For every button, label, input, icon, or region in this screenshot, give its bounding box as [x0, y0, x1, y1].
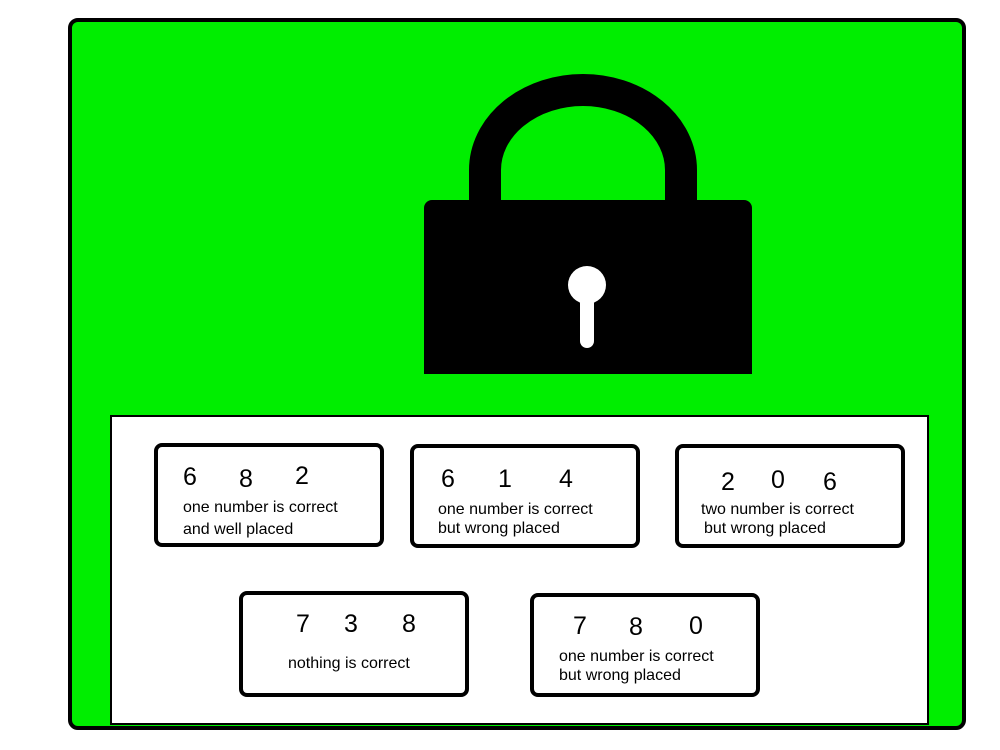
clue-text: and well placed	[183, 521, 294, 538]
keyhole-slot	[580, 296, 594, 348]
padlock-icon	[424, 74, 752, 374]
clue-digit: 3	[344, 610, 358, 638]
clue-digit: 8	[239, 465, 253, 493]
clue-card: 7 3 8 nothing is correct	[239, 591, 469, 697]
clue-digit: 6	[441, 465, 455, 493]
clue-digit: 2	[295, 462, 309, 490]
clue-card: 6 1 4 one number is correct but wrong pl…	[410, 444, 640, 548]
clue-digit: 7	[296, 610, 310, 638]
clue-text: but wrong placed	[704, 520, 826, 537]
clue-digit: 1	[498, 465, 512, 493]
clue-card: 6 8 2 one number is correct and well pla…	[154, 443, 384, 547]
clues-panel: 6 8 2 one number is correct and well pla…	[110, 415, 929, 725]
clue-digit: 6	[823, 468, 837, 496]
clue-digit: 6	[183, 463, 197, 491]
clue-text: but wrong placed	[438, 520, 560, 537]
padlock-shackle	[469, 74, 697, 204]
clue-text: nothing is correct	[288, 655, 410, 672]
clue-card: 7 8 0 one number is correct but wrong pl…	[530, 593, 760, 697]
clue-digit: 7	[573, 612, 587, 640]
clue-card: 2 0 6 two number is correct but wrong pl…	[675, 444, 905, 548]
clue-digit: 8	[402, 610, 416, 638]
clue-text: two number is correct	[701, 501, 854, 518]
clue-digit: 4	[559, 465, 573, 493]
clue-digit: 8	[629, 613, 643, 641]
clue-text: but wrong placed	[559, 667, 681, 684]
clue-digit: 0	[689, 612, 703, 640]
clue-text: one number is correct	[183, 499, 338, 516]
clue-digit: 0	[771, 466, 785, 494]
clue-digit: 2	[721, 468, 735, 496]
clue-text: one number is correct	[438, 501, 593, 518]
clue-text: one number is correct	[559, 648, 714, 665]
